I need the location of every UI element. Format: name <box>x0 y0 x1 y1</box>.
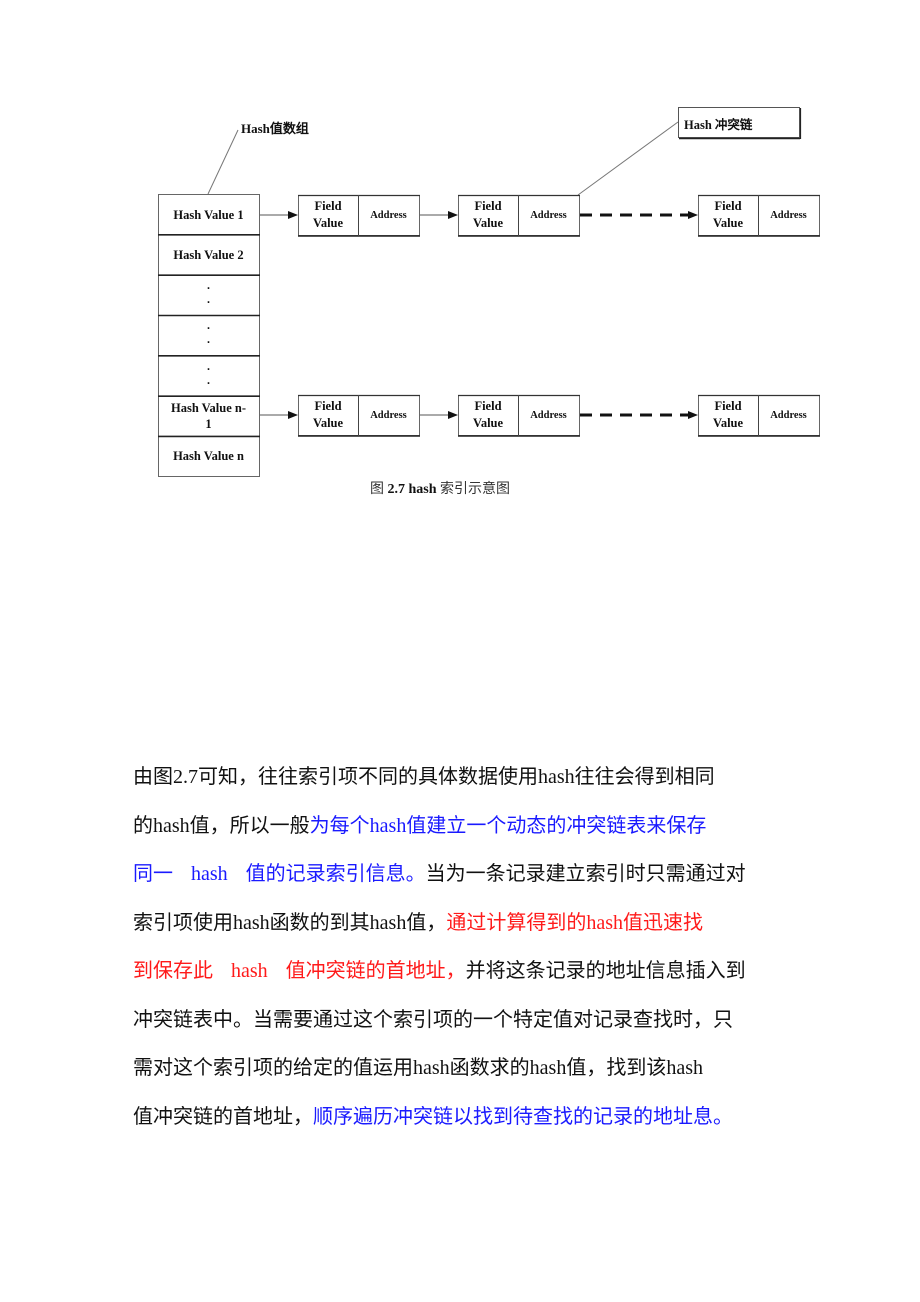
array-label-leader <box>207 129 239 195</box>
diagram-lines <box>158 107 820 477</box>
paragraph-line: 索引项使用hash函数的到其hash值，通过计算得到的hash值迅速找 <box>133 906 813 955</box>
hash-array-cell: Hash Value 2 <box>173 247 244 262</box>
node-address: Address <box>370 209 407 221</box>
text-segment: 并将这条记录的地址信息插入到 <box>465 960 746 982</box>
highlighted-text-blue: 顺序遍历冲突链以找到待查找的记录的地址息。 <box>313 1105 733 1128</box>
paragraph-line: 的hash值，所以一般为每个hash值建立一个动态的冲突链表来保存 <box>133 809 813 858</box>
figure-caption: 图 2.7 hash 索引示意图 <box>370 478 510 498</box>
hash-index-diagram: Hash值数组 Hash 冲突链 Hash Value 1 Hash Value … <box>0 0 920 520</box>
hash-chain-label: Hash 冲突链 <box>684 118 753 132</box>
paragraph-line: 需对这个索引项的给定的值运用hash函数求的hash值，找到该hash <box>133 1051 813 1100</box>
paragraph-line: 到保存此 hash 值冲突链的首地址，并将这条记录的地址信息插入到 <box>133 954 813 1003</box>
highlighted-text-blue: 值的记录索引信息。 <box>245 863 426 885</box>
ellipsis-dot: · <box>206 281 211 296</box>
highlighted-text-red: hash <box>231 960 268 982</box>
ellipsis-dot: · <box>206 335 211 350</box>
node-field-value: Field Value <box>312 399 344 430</box>
highlighted-text-red: 值冲突链的首地址， <box>285 960 466 982</box>
node-address: Address <box>530 409 567 421</box>
highlighted-text-red: 通过计算得到的hash值迅速找 <box>446 911 703 934</box>
hash-array-cell: Hash Value 1 <box>173 207 244 222</box>
text-segment: 需对这个索引项的给定的值运用hash函数求的hash值，找到该hash <box>133 1057 703 1079</box>
highlighted-text-blue: hash <box>191 863 228 885</box>
node-address: Address <box>370 409 407 421</box>
node-field-value: Field Value <box>712 199 744 230</box>
node-field-value: Field Value <box>312 199 344 230</box>
text-segment: 冲突链表中。当需要通过这个索引项的一个特定值对记录查找时，只 <box>133 1008 733 1031</box>
chain-label-leader <box>577 121 679 196</box>
node-address: Address <box>770 409 807 421</box>
paragraph-line: 冲突链表中。当需要通过这个索引项的一个特定值对记录查找时，只 <box>133 1003 813 1052</box>
node-field-value: Field Value <box>712 399 744 430</box>
caption-prefix: 图 <box>370 482 388 497</box>
highlighted-text-blue: 为每个hash值建立一个动态的冲突链表来保存 <box>309 814 707 837</box>
ellipsis-dot: · <box>206 375 211 390</box>
text-segment: 由图2.7可知，往往索引项不同的具体数据使用hash往往会得到相同 <box>133 766 715 788</box>
ellipsis-dot: · <box>206 361 211 376</box>
hash-array-ellipsis: · · <box>158 275 259 315</box>
node-field-value: Field Value <box>472 399 504 430</box>
paragraph-line: 同一 hash 值的记录索引信息。当为一条记录建立索引时只需通过对 <box>133 857 813 906</box>
ellipsis-dot: · <box>206 321 211 336</box>
text-segment: 值冲突链的首地址， <box>133 1105 313 1128</box>
hash-array-ellipsis: · · <box>158 315 259 355</box>
text-segment: 索引项使用hash函数的到其hash值， <box>133 911 447 934</box>
node-address: Address <box>770 209 807 221</box>
hash-array-ellipsis: · · <box>158 356 259 396</box>
text-segment: 的hash值，所以一般 <box>133 814 310 837</box>
highlighted-text-blue: 同一 <box>133 863 173 885</box>
node-address: Address <box>530 209 567 221</box>
hash-array-label: Hash值数组 <box>241 121 309 136</box>
node-field-value: Field Value <box>472 199 504 230</box>
caption-suffix: 索引示意图 <box>436 482 511 497</box>
caption-number: 2.7 hash <box>387 482 437 497</box>
hash-array-cell: Hash Value n- 1 <box>170 401 247 432</box>
highlighted-text-red: 到保存此 <box>133 960 213 982</box>
text-segment: 当为一条记录建立索引时只需通过对 <box>425 863 746 885</box>
paragraph-line: 值冲突链的首地址，顺序遍历冲突链以找到待查找的记录的地址息。 <box>133 1100 813 1149</box>
ellipsis-dot: · <box>206 295 211 310</box>
body-paragraph: 由图2.7可知，往往索引项不同的具体数据使用hash往往会得到相同 的hash值，… <box>133 760 813 1148</box>
paragraph-line: 由图2.7可知，往往索引项不同的具体数据使用hash往往会得到相同 <box>133 760 813 809</box>
hash-array-cell: Hash Value n <box>173 449 244 464</box>
